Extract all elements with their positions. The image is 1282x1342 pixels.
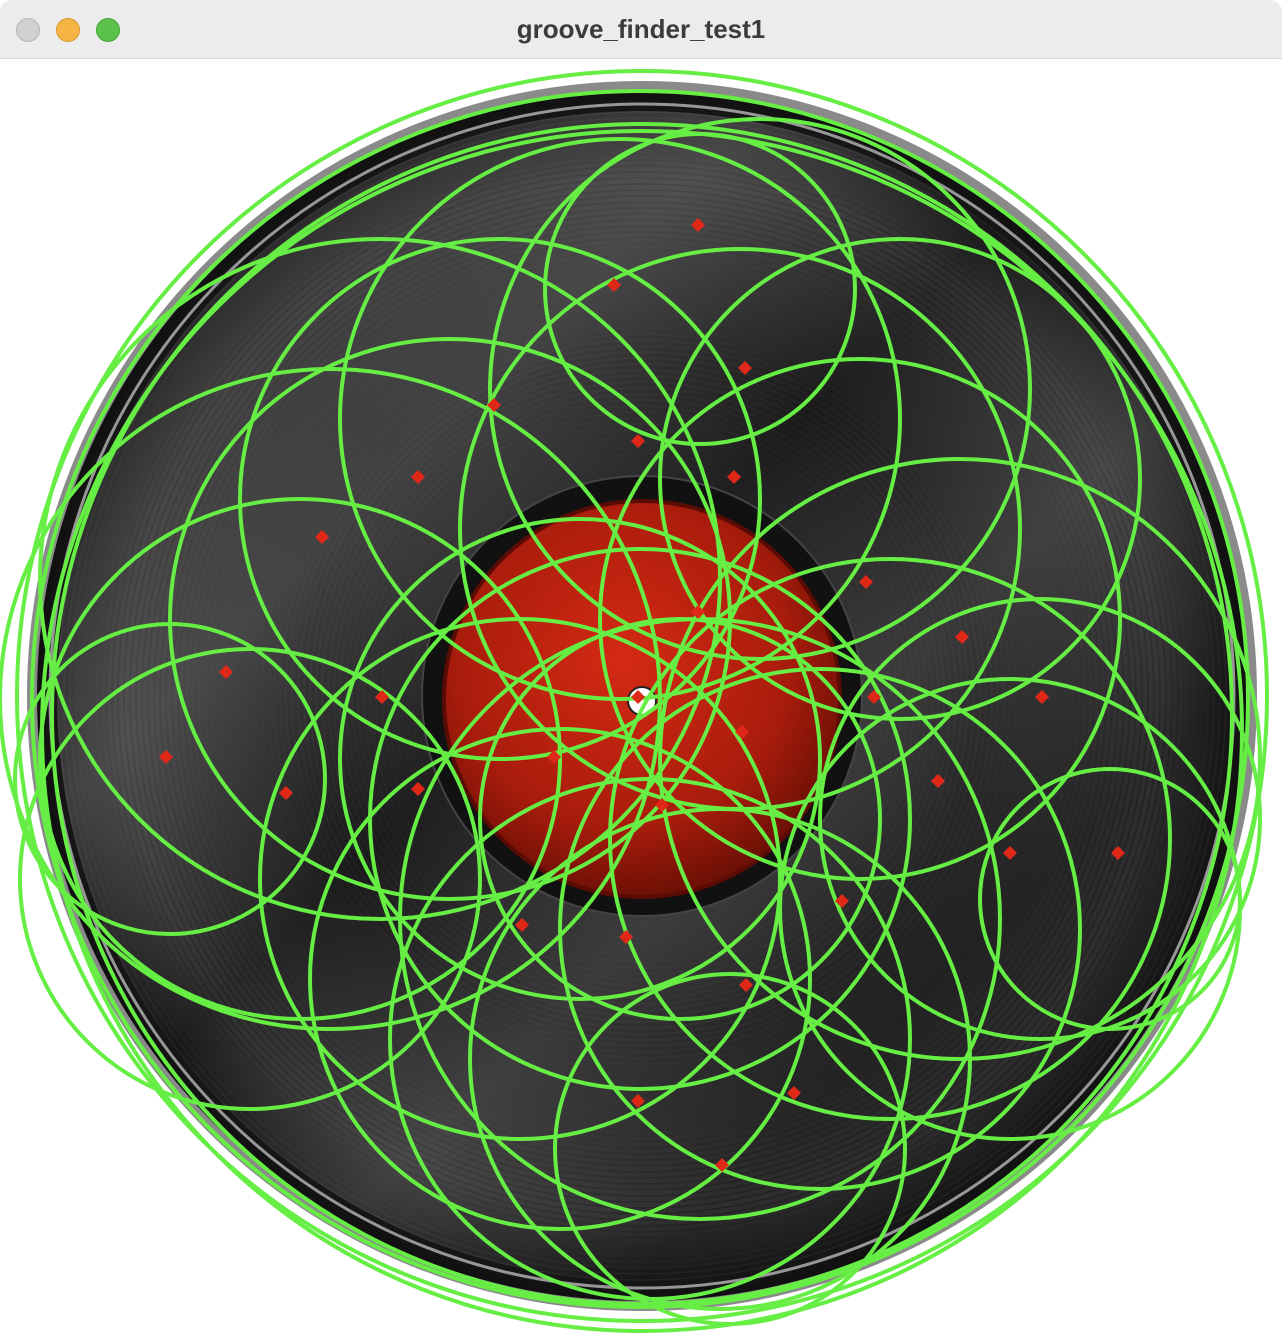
title-bar[interactable]: groove_finder_test1 bbox=[0, 0, 1282, 59]
app-window: groove_finder_test1 bbox=[0, 0, 1282, 1342]
groove-detection-view bbox=[0, 69, 1269, 1333]
window-title: groove_finder_test1 bbox=[516, 14, 766, 44]
image-canvas bbox=[0, 59, 1282, 1342]
